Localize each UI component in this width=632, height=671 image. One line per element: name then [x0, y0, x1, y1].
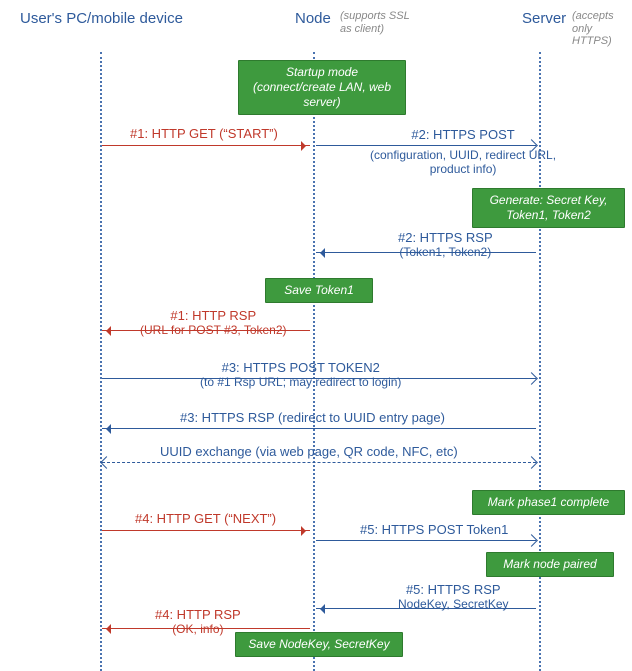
state-startup: Startup mode (connect/create LAN, web se… [238, 60, 406, 115]
lane-node-title: Node [295, 10, 331, 27]
sequence-diagram: User's PC/mobile device Node (supports S… [0, 0, 632, 661]
state-save-token1: Save Token1 [265, 278, 373, 303]
state-generate-keys: Generate: Secret Key, Token1, Token2 [472, 188, 625, 228]
lane-server-title: Server [522, 10, 566, 27]
state-save-nodekey: Save NodeKey, SecretKey [235, 632, 403, 657]
lane-node-sub: (supports SSL as client) [340, 10, 410, 35]
msg-m3r: #3: HTTPS RSP (redirect to UUID entry pa… [180, 410, 445, 425]
arrow-m3r [102, 428, 536, 429]
msg-m1: #1: HTTP GET (“START”) [130, 126, 278, 141]
msg-m5r: #5: HTTPS RSP NodeKey, SecretKey [398, 582, 509, 611]
msg-m2: #2: HTTPS POST (configuration, UUID, red… [370, 127, 556, 176]
msg-m4: #4: HTTP GET (“NEXT”) [135, 511, 276, 526]
state-node-paired: Mark node paired [486, 552, 614, 577]
msg-m5: #5: HTTPS POST Token1 [360, 522, 508, 537]
lane-server-sub: (accepts only HTTPS) [572, 10, 632, 48]
arrow-m1 [102, 145, 310, 146]
msg-m1r: #1: HTTP RSP (URL for POST #3, Token2) [140, 308, 287, 337]
arrow-uuid [102, 462, 536, 463]
arrow-m4 [102, 530, 310, 531]
arrow-m5 [316, 540, 536, 541]
msg-m3: #3: HTTPS POST TOKEN2 (to #1 Rsp URL; ma… [200, 360, 401, 389]
state-phase1-complete: Mark phase1 complete [472, 490, 625, 515]
msg-m4r: #4: HTTP RSP (OK, info) [155, 607, 241, 636]
msg-m2r: #2: HTTPS RSP (Token1, Token2) [398, 230, 493, 259]
lane-user-title: User's PC/mobile device [20, 10, 183, 27]
msg-uuid: UUID exchange (via web page, QR code, NF… [160, 444, 458, 459]
